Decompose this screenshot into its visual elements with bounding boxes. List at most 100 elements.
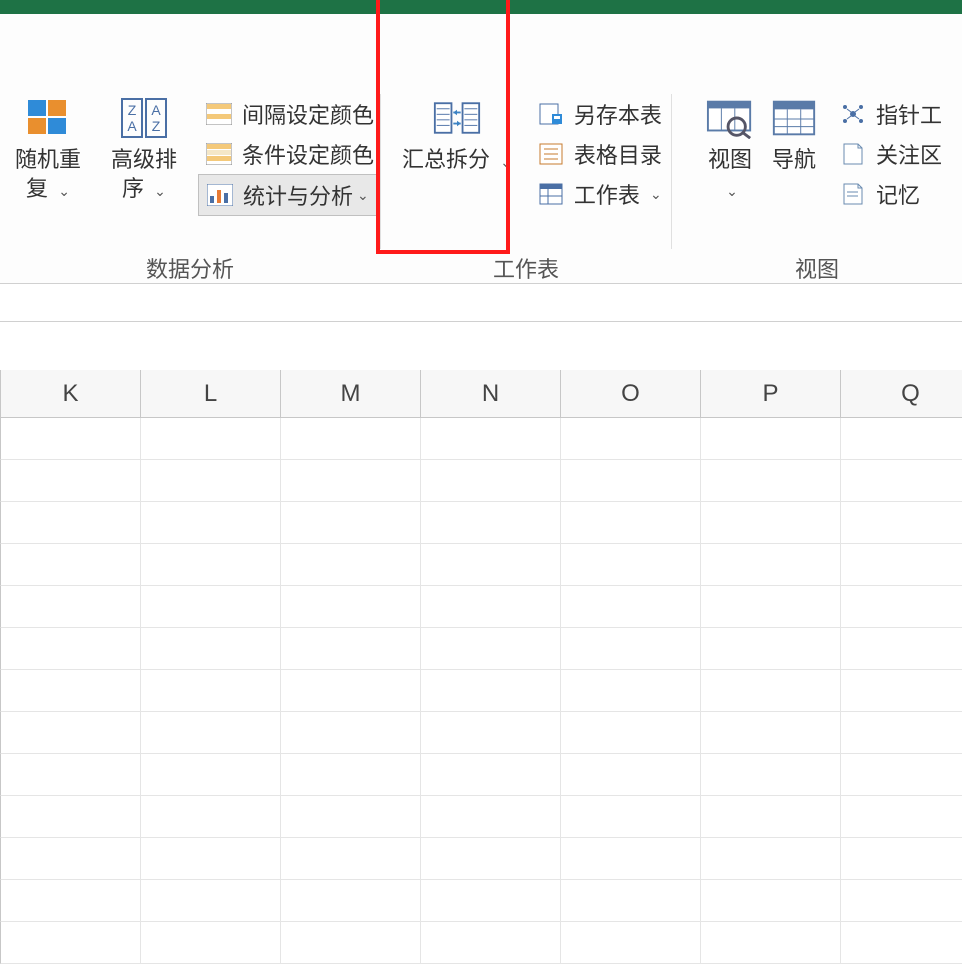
cell[interactable] — [421, 628, 561, 670]
cell[interactable] — [701, 586, 841, 628]
cell[interactable] — [1, 796, 141, 838]
cell[interactable] — [281, 418, 421, 460]
cell[interactable] — [281, 712, 421, 754]
random-repeat-button[interactable]: 随机重复 ⌄ — [0, 94, 96, 203]
cell[interactable] — [701, 628, 841, 670]
cell[interactable] — [1, 754, 141, 796]
cell[interactable] — [1, 628, 141, 670]
cell[interactable] — [701, 838, 841, 880]
cell[interactable] — [841, 628, 962, 670]
watch-region-button[interactable]: 关注区 — [832, 134, 948, 174]
cell[interactable] — [561, 418, 701, 460]
cell[interactable] — [281, 544, 421, 586]
cell[interactable] — [141, 586, 281, 628]
cell[interactable] — [421, 418, 561, 460]
cell[interactable] — [701, 418, 841, 460]
cell[interactable] — [141, 754, 281, 796]
cell[interactable] — [561, 922, 701, 964]
stats-analysis-button[interactable]: 统计与分析 ⌄ — [198, 174, 380, 216]
cell[interactable] — [281, 502, 421, 544]
pointer-tool-button[interactable]: 指针工 — [832, 94, 948, 134]
cell[interactable] — [141, 838, 281, 880]
cell[interactable] — [141, 922, 281, 964]
cell[interactable] — [141, 628, 281, 670]
cell[interactable] — [701, 880, 841, 922]
cell[interactable] — [141, 418, 281, 460]
cell[interactable] — [841, 670, 962, 712]
cell[interactable] — [701, 712, 841, 754]
cell[interactable] — [841, 922, 962, 964]
cell[interactable] — [561, 586, 701, 628]
column-header[interactable]: M — [281, 370, 421, 417]
cell[interactable] — [561, 880, 701, 922]
column-header[interactable]: P — [701, 370, 841, 417]
cell[interactable] — [561, 544, 701, 586]
cell[interactable] — [141, 544, 281, 586]
column-header[interactable]: K — [1, 370, 141, 417]
cell[interactable] — [281, 460, 421, 502]
cell[interactable] — [1, 838, 141, 880]
cell[interactable] — [561, 796, 701, 838]
cell[interactable] — [421, 586, 561, 628]
cell[interactable] — [841, 460, 962, 502]
cell[interactable] — [281, 838, 421, 880]
cell[interactable] — [841, 838, 962, 880]
cell[interactable] — [421, 502, 561, 544]
cell[interactable] — [421, 544, 561, 586]
cell[interactable] — [141, 460, 281, 502]
cell[interactable] — [421, 670, 561, 712]
nav-button[interactable]: 导航 — [762, 94, 826, 175]
memory-button[interactable]: 记忆 — [832, 174, 948, 214]
cell[interactable] — [841, 418, 962, 460]
sheet-toc-button[interactable]: 表格目录 — [530, 134, 668, 174]
cell[interactable] — [141, 670, 281, 712]
cell[interactable] — [421, 712, 561, 754]
cell[interactable] — [701, 922, 841, 964]
cell[interactable] — [561, 460, 701, 502]
cell[interactable] — [561, 838, 701, 880]
view-button[interactable]: 视图⌄ — [698, 94, 762, 203]
cell[interactable] — [701, 502, 841, 544]
cell[interactable] — [141, 712, 281, 754]
cell[interactable] — [281, 586, 421, 628]
cell[interactable] — [1, 418, 141, 460]
cell[interactable] — [421, 838, 561, 880]
cell[interactable] — [1, 544, 141, 586]
cell[interactable] — [1, 460, 141, 502]
cell[interactable] — [141, 502, 281, 544]
worksheet-grid[interactable]: KLMNOPQ — [0, 370, 962, 964]
cell[interactable] — [701, 670, 841, 712]
cell[interactable] — [281, 670, 421, 712]
save-as-sheet-button[interactable]: 另存本表 — [530, 94, 668, 134]
cell[interactable] — [421, 922, 561, 964]
cell[interactable] — [841, 880, 962, 922]
cell[interactable] — [841, 796, 962, 838]
summary-split-button[interactable]: 汇总拆分 ⌄ — [384, 94, 530, 175]
cell[interactable] — [421, 460, 561, 502]
cell[interactable] — [701, 460, 841, 502]
column-header[interactable]: N — [421, 370, 561, 417]
cell[interactable] — [1, 712, 141, 754]
cell[interactable] — [141, 880, 281, 922]
cell[interactable] — [281, 628, 421, 670]
cell[interactable] — [281, 880, 421, 922]
cell[interactable] — [841, 544, 962, 586]
cell[interactable] — [701, 544, 841, 586]
cell[interactable] — [841, 754, 962, 796]
conditional-color-button[interactable]: 条件设定颜色 — [198, 134, 380, 174]
cell[interactable] — [1, 670, 141, 712]
formula-bar[interactable] — [0, 284, 962, 322]
cell[interactable] — [421, 754, 561, 796]
cell[interactable] — [701, 754, 841, 796]
worksheet-menu-button[interactable]: 工作表 ⌄ — [530, 174, 668, 214]
cell[interactable] — [1, 502, 141, 544]
cell[interactable] — [141, 796, 281, 838]
cell[interactable] — [561, 712, 701, 754]
cell[interactable] — [841, 502, 962, 544]
cell[interactable] — [561, 502, 701, 544]
cell[interactable] — [281, 754, 421, 796]
interval-color-button[interactable]: 间隔设定颜色 — [198, 94, 380, 134]
cell[interactable] — [561, 754, 701, 796]
cell[interactable] — [561, 628, 701, 670]
cell[interactable] — [561, 670, 701, 712]
